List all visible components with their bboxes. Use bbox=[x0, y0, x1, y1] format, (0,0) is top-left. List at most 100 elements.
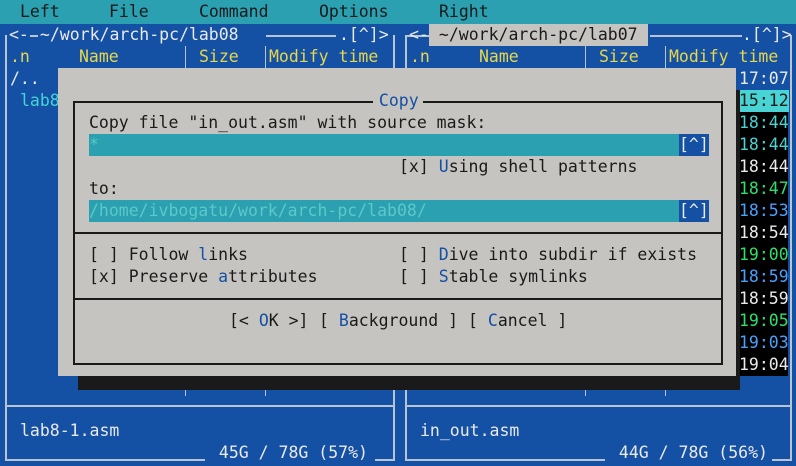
right-row-time: 18:53 bbox=[739, 201, 789, 220]
right-status-name: in_out.asm bbox=[420, 421, 520, 440]
menu-options[interactable]: Options bbox=[319, 1, 389, 23]
stable-symlinks-checkbox[interactable]: [ ] Stable symlinks bbox=[399, 266, 588, 288]
preserve-attributes-rest: ttributes bbox=[228, 267, 318, 286]
right-col-mtime[interactable]: Modify time bbox=[669, 46, 778, 68]
stable-symlinks-hotkey: S bbox=[438, 267, 449, 286]
right-panel-border-b1 bbox=[405, 459, 605, 461]
right-panel-mini-divider bbox=[405, 405, 792, 407]
stable-symlinks-rest: table symlinks bbox=[448, 267, 588, 286]
dialog-frame-top-a bbox=[73, 101, 373, 103]
source-mask-label: Copy file "in_out.asm" with source mask: bbox=[89, 113, 487, 132]
follow-links-rest: inks bbox=[208, 245, 248, 264]
stable-symlinks-pre bbox=[429, 267, 439, 286]
ok-button-pre: [< bbox=[229, 311, 259, 330]
dialog-frame-top-b bbox=[423, 101, 723, 103]
destination-history-button[interactable]: [^] bbox=[679, 200, 709, 222]
dialog-divider-2 bbox=[73, 298, 723, 300]
left-panel-border-l bbox=[5, 35, 7, 461]
dive-subdir-box: [ ] bbox=[399, 245, 429, 264]
dive-subdir-pre bbox=[429, 245, 439, 264]
left-panel-mini-divider bbox=[5, 405, 395, 407]
ok-button-hotkey: O bbox=[258, 311, 269, 330]
left-disk-info: 45G / 78G (57%) bbox=[209, 443, 378, 462]
menu-right[interactable]: Right bbox=[439, 1, 489, 23]
ok-button[interactable]: [< OK >] bbox=[229, 310, 309, 332]
dialog-shadow-right bbox=[736, 90, 740, 390]
right-row-time: 18:59 bbox=[739, 267, 789, 286]
dive-subdir-checkbox[interactable]: [ ] Dive into subdir if exists bbox=[399, 244, 697, 266]
right-panel-history[interactable]: .[^]> bbox=[742, 24, 792, 46]
dialog-frame-bottom bbox=[73, 363, 723, 365]
right-col-n[interactable]: .n bbox=[410, 46, 430, 68]
background-button-hotkey: B bbox=[338, 311, 349, 330]
right-row-time: 18:54 bbox=[739, 223, 789, 242]
menu-command[interactable]: Command bbox=[199, 1, 269, 23]
copy-dialog: Copy Copy file "in_out.asm" with source … bbox=[58, 68, 736, 376]
right-panel-path[interactable]: ~/work/arch-pc/lab07 bbox=[429, 24, 648, 46]
left-panel-arrow[interactable]: <- bbox=[9, 24, 29, 46]
background-button-pre: [ bbox=[319, 311, 339, 330]
right-row-time: 18:44 bbox=[739, 113, 789, 132]
cancel-button-pre: [ bbox=[468, 311, 488, 330]
preserve-attributes-hotkey: a bbox=[218, 267, 229, 286]
right-col-size[interactable]: Size bbox=[599, 46, 639, 68]
follow-links-pre: Follow bbox=[118, 245, 199, 264]
follow-links-checkbox[interactable]: [ ] Follow links bbox=[89, 244, 248, 266]
menu-file[interactable]: File bbox=[109, 1, 149, 23]
left-status-name: lab8-1.asm bbox=[20, 421, 120, 440]
left-col-size[interactable]: Size bbox=[199, 46, 239, 68]
shell-patterns-label: sing shell patterns bbox=[448, 157, 638, 176]
cancel-button[interactable]: [ Cancel ] bbox=[468, 310, 567, 332]
right-row-time: 19:05 bbox=[739, 311, 789, 330]
preserve-attributes-box: [x] bbox=[89, 267, 119, 286]
dive-subdir-rest: ive into subdir if exists bbox=[448, 245, 698, 264]
right-panel-arrow[interactable]: <- bbox=[409, 24, 429, 46]
right-row-time: 17:07 bbox=[739, 69, 789, 88]
cancel-button-hotkey: C bbox=[487, 311, 498, 330]
shell-patterns-box: [x] bbox=[399, 157, 429, 176]
ok-button-rest: K >] bbox=[268, 311, 309, 330]
background-button[interactable]: [ Background ] bbox=[319, 310, 458, 332]
to-label: to: bbox=[89, 179, 119, 198]
right-row-time: 19:04 bbox=[739, 355, 789, 374]
right-row-time[interactable]: 15:12 bbox=[739, 90, 789, 112]
left-panel-border-t2 bbox=[266, 35, 336, 37]
dialog-divider-1 bbox=[73, 232, 723, 234]
left-row-parent[interactable]: /.. bbox=[10, 68, 40, 90]
stable-symlinks-box: [ ] bbox=[399, 267, 429, 286]
preserve-attributes-checkbox[interactable]: [x] Preserve attributes bbox=[89, 266, 318, 288]
right-col-name[interactable]: Name bbox=[479, 46, 519, 68]
left-panel-border-b2 bbox=[375, 459, 395, 461]
source-history-button[interactable]: [^] bbox=[679, 134, 709, 156]
left-col-mtime[interactable]: Modify time bbox=[269, 46, 378, 68]
left-panel-border-b1 bbox=[5, 459, 205, 461]
dialog-shadow-bottom bbox=[78, 376, 740, 390]
dialog-title: Copy bbox=[369, 91, 429, 110]
right-disk-info: 44G / 78G (56%) bbox=[609, 443, 778, 462]
background-button-rest: ackground ] bbox=[348, 311, 459, 330]
right-panel-border-r bbox=[790, 35, 792, 461]
right-row-time: 18:47 bbox=[739, 179, 789, 198]
left-panel-path[interactable]: ~/work/arch-pc/lab08 bbox=[30, 24, 249, 46]
left-panel-history[interactable]: .[^]> bbox=[339, 24, 389, 46]
left-row-lab8[interactable]: lab8 bbox=[20, 90, 60, 112]
cancel-button-rest: ancel ] bbox=[497, 311, 568, 330]
destination-value: /home/ivbogatu/work/arch-pc/lab08/ bbox=[89, 201, 427, 220]
menu-bar: Left File Command Options Right bbox=[0, 0, 796, 24]
right-row-time: 18:44 bbox=[739, 135, 789, 154]
right-row-time: 18:44 bbox=[739, 157, 789, 176]
dive-subdir-hotkey: D bbox=[438, 245, 449, 264]
right-row-time: 19:03 bbox=[739, 333, 789, 352]
right-panel-border-t2 bbox=[650, 35, 742, 37]
follow-links-box: [ ] bbox=[89, 245, 119, 264]
left-col-name[interactable]: Name bbox=[79, 46, 119, 68]
menu-left[interactable]: Left bbox=[20, 1, 60, 23]
shell-patterns-hotkey: U bbox=[438, 157, 449, 176]
right-row-time: 19:00 bbox=[739, 245, 789, 264]
shell-patterns-pre bbox=[429, 157, 439, 176]
shell-patterns-checkbox[interactable]: [x] Using shell patterns bbox=[399, 156, 637, 178]
right-row-time: 18:59 bbox=[739, 289, 789, 308]
left-col-n[interactable]: .n bbox=[10, 46, 30, 68]
source-mask-input[interactable] bbox=[89, 134, 679, 156]
preserve-attributes-pre: Preserve bbox=[118, 267, 219, 286]
